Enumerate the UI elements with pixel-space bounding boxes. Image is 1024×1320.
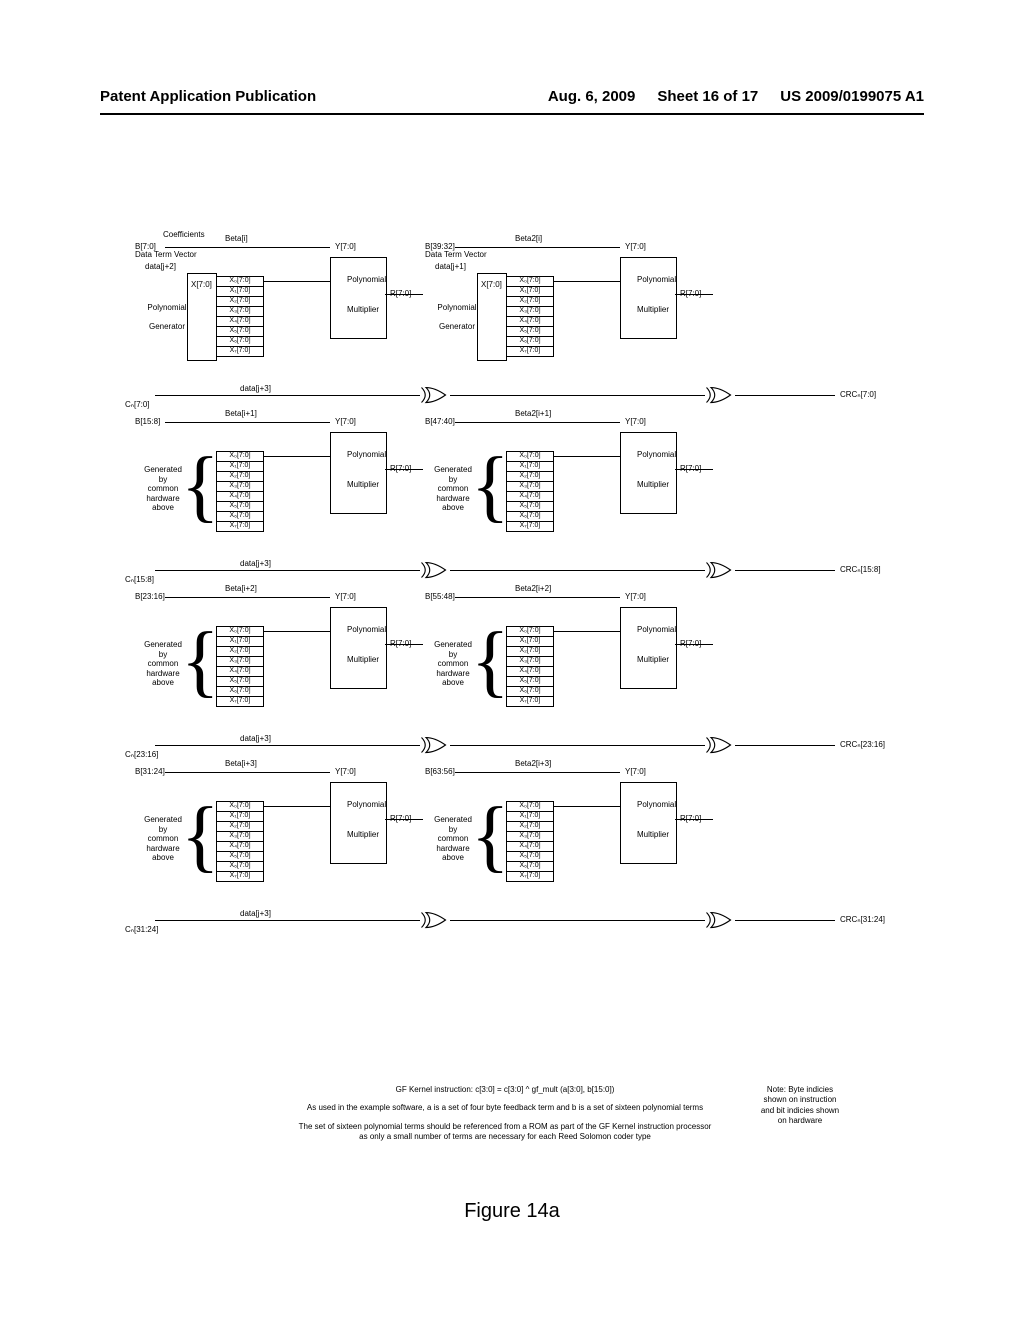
xor-chain: Cₙ[15:8]data[j+3]CRCₙ[15:8] [135, 560, 895, 578]
unit-row: B[15:8]Beta[i+1]Y[7:0]Generated by commo… [135, 420, 895, 595]
header-right-group: Aug. 6, 2009 Sheet 16 of 17 US 2009/0199… [548, 88, 924, 105]
page: Patent Application Publication Aug. 6, 2… [0, 0, 1024, 1320]
coefficients-label: Coefficients [163, 231, 205, 239]
xor-chain: Cₙ[31:24]data[j+3]CRCₙ[31:24] [135, 910, 895, 928]
unit-row: B[23:16]Beta[i+2]Y[7:0]Generated by comm… [135, 595, 895, 770]
footer-line-3: The set of sixteen polynomial terms shou… [295, 1122, 715, 1143]
header-publication: Patent Application Publication [100, 88, 316, 105]
unit-row: B[7:0]Beta[i]Y[7:0]data[j+2]X[7:0]Polyno… [135, 245, 895, 420]
figure-footer-note: Note: Byte indicies shown on instruction… [760, 1085, 840, 1127]
footer-line-1: GF Kernel instruction: c[3:0] = c[3:0] ^… [295, 1085, 715, 1095]
header-rule [100, 113, 924, 115]
page-header: Patent Application Publication Aug. 6, 2… [0, 88, 1024, 105]
xor-chain: Cₙ[7:0]data[j+3]CRCₙ[7:0] [135, 385, 895, 403]
xor-chain: Cₙ[23:16]data[j+3]CRCₙ[23:16] [135, 735, 895, 753]
unit-rows: B[7:0]Beta[i]Y[7:0]data[j+2]X[7:0]Polyno… [135, 245, 895, 945]
header-date: Aug. 6, 2009 [548, 88, 636, 105]
schematic-diagram: Coefficients Data Term Vector Data Term … [135, 245, 895, 945]
header-sheet: Sheet 16 of 17 [657, 88, 758, 105]
header-pubno: US 2009/0199075 A1 [780, 88, 924, 105]
figure-caption: Figure 14a [0, 1200, 1024, 1223]
unit-row: B[31:24]Beta[i+3]Y[7:0]Generated by comm… [135, 770, 895, 945]
footer-line-2: As used in the example software, a is a … [295, 1103, 715, 1113]
figure-footer-text: GF Kernel instruction: c[3:0] = c[3:0] ^… [295, 1085, 715, 1143]
